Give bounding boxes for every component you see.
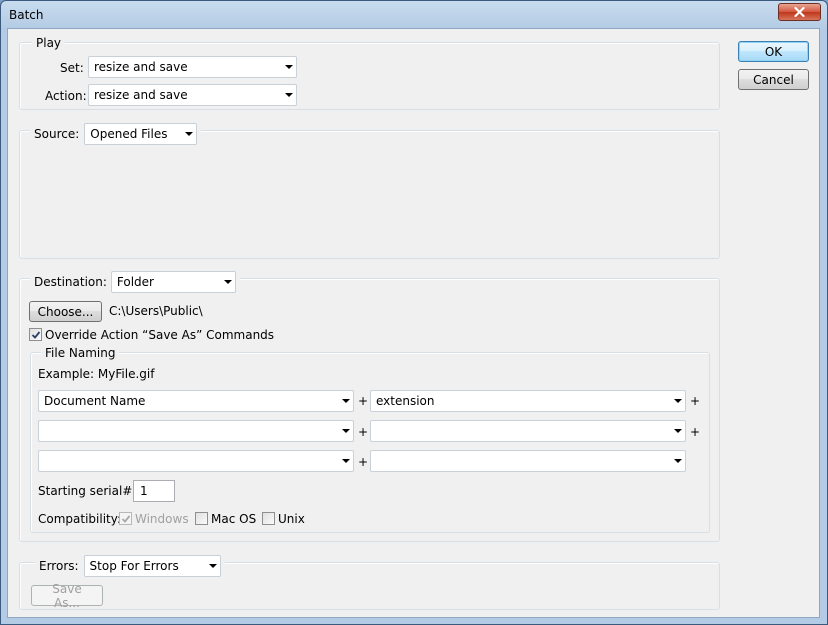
close-icon	[794, 7, 805, 17]
action-select-value: resize and save	[94, 88, 188, 102]
destination-label: Destination:	[34, 275, 107, 289]
chevron-down-icon	[342, 459, 350, 463]
chevron-down-icon	[674, 459, 682, 463]
starting-serial-value: 1	[140, 484, 148, 498]
chevron-down-icon	[674, 399, 682, 403]
starting-serial-label: Starting serial#:	[38, 484, 137, 498]
checkmark-icon	[31, 331, 41, 339]
naming-field-3-1[interactable]	[38, 450, 354, 472]
source-select-value: Opened Files	[90, 127, 168, 141]
naming-field-1-1[interactable]: Document Name	[38, 390, 354, 412]
naming-field-3-2[interactable]	[370, 450, 686, 472]
ok-button[interactable]: OK	[738, 41, 809, 62]
cancel-button[interactable]: Cancel	[738, 69, 809, 90]
plus-separator: +	[690, 425, 701, 439]
plus-separator: +	[690, 394, 701, 408]
destination-group-label: Destination: Folder	[30, 271, 240, 293]
source-select[interactable]: Opened Files	[84, 123, 198, 145]
window-title: Batch	[9, 8, 44, 22]
choose-button[interactable]: Choose...	[29, 301, 102, 322]
starting-serial-input[interactable]: 1	[133, 480, 175, 502]
unix-label[interactable]: Unix	[278, 512, 305, 526]
source-label: Source:	[34, 127, 80, 141]
source-group	[19, 130, 720, 259]
chevron-down-icon	[185, 132, 194, 136]
plus-separator: +	[358, 394, 369, 408]
action-label: Action:	[45, 89, 87, 103]
save-as-button[interactable]: Save As...	[31, 582, 103, 610]
chevron-down-icon	[342, 399, 350, 403]
chevron-down-icon	[285, 93, 293, 97]
chevron-down-icon	[285, 65, 293, 69]
errors-label: Errors:	[39, 559, 79, 573]
dialog-client: Play Set: resize and save Action: resize…	[7, 28, 820, 618]
source-group-label: Source: Opened Files	[30, 123, 202, 145]
naming-field-2-1[interactable]	[38, 420, 354, 442]
compatibility-label: Compatibility:	[38, 512, 122, 526]
file-naming-example: Example: MyFile.gif	[38, 367, 155, 381]
macos-checkbox[interactable]	[195, 512, 208, 525]
plus-separator: +	[358, 425, 369, 439]
set-select-value: resize and save	[94, 60, 188, 74]
action-select[interactable]: resize and save	[88, 84, 297, 106]
destination-select-value: Folder	[116, 275, 154, 289]
chevron-down-icon	[208, 564, 217, 568]
errors-select-value: Stop For Errors	[89, 559, 179, 573]
naming-field-value: Document Name	[44, 394, 146, 408]
windows-checkbox[interactable]	[119, 512, 132, 525]
unix-checkbox[interactable]	[262, 512, 275, 525]
set-label: Set:	[60, 61, 84, 75]
macos-label[interactable]: Mac OS	[211, 512, 256, 526]
windows-label: Windows	[135, 512, 189, 526]
title-bar: Batch	[1, 1, 827, 30]
override-checkbox[interactable]	[29, 328, 42, 341]
play-group-label: Play	[32, 36, 66, 50]
close-button[interactable]	[778, 3, 821, 21]
naming-field-2-2[interactable]	[370, 420, 686, 442]
set-select[interactable]: resize and save	[88, 56, 297, 78]
chevron-down-icon	[223, 280, 232, 284]
override-label[interactable]: Override Action “Save As” Commands	[45, 328, 274, 342]
destination-select[interactable]: Folder	[110, 271, 236, 293]
naming-field-value: extension	[376, 394, 435, 408]
destination-path: C:\Users\Public\	[109, 304, 203, 318]
plus-separator: +	[358, 455, 369, 469]
errors-group-label: Errors: Stop For Errors	[35, 555, 225, 577]
checkmark-icon	[121, 515, 131, 523]
naming-field-1-2[interactable]: extension	[370, 390, 686, 412]
errors-select[interactable]: Stop For Errors	[83, 555, 221, 577]
file-naming-label: File Naming	[41, 346, 120, 360]
chevron-down-icon	[674, 429, 682, 433]
chevron-down-icon	[342, 429, 350, 433]
